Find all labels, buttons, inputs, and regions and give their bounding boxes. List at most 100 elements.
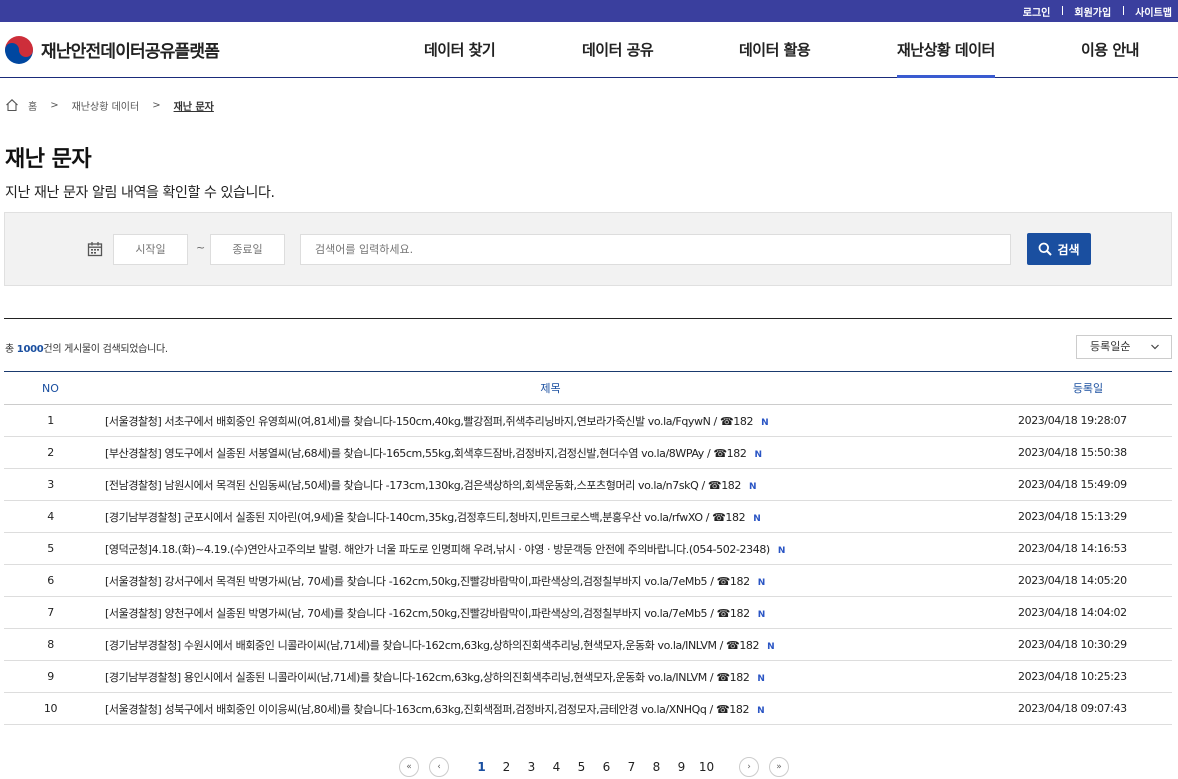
breadcrumb-level1[interactable]: 재난상황 데이터 [72, 98, 140, 113]
row-title[interactable]: [서울경찰청] 성북구에서 배회중인 이이응씨(남,80세)를 찾습니다-163… [97, 693, 1004, 725]
row-title[interactable]: [경기남부경찰청] 수원시에서 배회중인 니콜라이씨(남,71세)를 찾습니다-… [97, 629, 1004, 661]
last-page-icon[interactable]: » [769, 757, 789, 777]
page-8[interactable]: 8 [644, 760, 669, 774]
result-count-prefix: 총 [5, 344, 17, 355]
new-badge: N [757, 609, 766, 620]
table-row[interactable]: 10 [서울경찰청] 성북구에서 배회중인 이이응씨(남,80세)를 찾습니다-1… [4, 693, 1172, 725]
new-badge: N [767, 641, 775, 652]
table-row[interactable]: 7 [서울경찰청] 양천구에서 실종된 박명가씨(남, 70세)를 찾습니다 -1… [4, 597, 1172, 629]
page-7[interactable]: 7 [619, 760, 644, 774]
row-no: 2 [47, 446, 54, 459]
divider [4, 318, 1172, 319]
page-5[interactable]: 5 [569, 760, 594, 774]
table-row[interactable]: 5 [영덕군청]4.18.(화)~4.19.(수)연안사고주의보 발령. 해안가 … [4, 533, 1172, 565]
sitemap-link[interactable]: 사이트맵 [1123, 4, 1172, 19]
header-no: NO [42, 381, 59, 395]
row-title[interactable]: [경기남부경찰청] 군포시에서 실종된 지아린(여,9세)을 찾습니다-140c… [97, 501, 1004, 533]
row-date: 2023/04/18 09:07:43 [1018, 702, 1127, 715]
new-badge: N [749, 481, 757, 492]
page-1[interactable]: 1 [469, 760, 494, 774]
row-title-text[interactable]: [영덕군청]4.18.(화)~4.19.(수)연안사고주의보 발령. 해안가 너… [105, 543, 770, 556]
row-date: 2023/04/18 19:28:07 [1018, 414, 1127, 427]
page-3[interactable]: 3 [519, 760, 544, 774]
row-title-text[interactable]: [서울경찰청] 양천구에서 실종된 박명가씨(남, 70세)를 찾습니다 -16… [105, 607, 750, 620]
chevron-right-icon: > [152, 99, 161, 111]
table-row[interactable]: 4 [경기남부경찰청] 군포시에서 실종된 지아린(여,9세)을 찾습니다-140… [4, 501, 1172, 533]
table-row[interactable]: 1 [서울경찰청] 서초구에서 배회중인 유영희씨(여,81세)를 찾습니다-15… [4, 405, 1172, 437]
row-date: 2023/04/18 10:30:29 [1018, 638, 1127, 651]
signup-link[interactable]: 회원가입 [1062, 4, 1123, 19]
table-row[interactable]: 2 [부산경찰청] 영도구에서 실종된 서봉열씨(남,68세)를 찾습니다-165… [4, 437, 1172, 469]
row-title[interactable]: [영덕군청]4.18.(화)~4.19.(수)연안사고주의보 발령. 해안가 너… [97, 533, 1004, 565]
main-nav: 데이터 찾기 데이터 공유 데이터 활용 재난상황 데이터 이용 안내 [0, 22, 1178, 78]
chevron-right-icon: > [50, 99, 59, 111]
table-row[interactable]: 6 [서울경찰청] 강서구에서 목격된 박명가씨(남, 70세)를 찾습니다 -1… [4, 565, 1172, 597]
result-count-number: 1000 [16, 344, 44, 355]
new-badge: N [777, 545, 786, 556]
search-button-label: 검색 [1057, 242, 1080, 257]
page-title: 재난 문자 [5, 147, 92, 172]
row-title[interactable]: [전남경찰청] 남원시에서 목격된 신임동씨(남,50세)를 찾습니다 -173… [97, 469, 1004, 501]
new-badge: N [757, 705, 765, 716]
page-description: 지난 재난 문자 알림 내역을 확인할 수 있습니다. [5, 185, 275, 201]
page-9[interactable]: 9 [669, 760, 694, 774]
row-date: 2023/04/18 15:13:29 [1018, 510, 1127, 523]
row-no: 5 [47, 542, 54, 555]
row-title-text[interactable]: [서울경찰청] 성북구에서 배회중인 이이응씨(남,80세)를 찾습니다-163… [105, 703, 749, 716]
row-title-text[interactable]: [경기남부경찰청] 용인시에서 실종된 니콜라이씨(남,71세)를 찾습니다-1… [105, 671, 750, 684]
row-date: 2023/04/18 10:25:23 [1018, 670, 1127, 683]
page-4[interactable]: 4 [544, 760, 569, 774]
nav-disaster-data[interactable]: 재난상황 데이터 [897, 22, 995, 78]
row-title-text[interactable]: [서울경찰청] 강서구에서 목격된 박명가씨(남, 70세)를 찾습니다 -16… [105, 575, 750, 588]
header-title: 제목 [540, 382, 561, 395]
breadcrumb-current[interactable]: 재난 문자 [174, 98, 214, 113]
row-title-text[interactable]: [전남경찰청] 남원시에서 목격된 신임동씨(남,50세)를 찾습니다 -173… [105, 479, 741, 492]
nav-use-data[interactable]: 데이터 활용 [739, 22, 811, 78]
nav-share-data[interactable]: 데이터 공유 [582, 22, 654, 78]
row-no: 10 [43, 702, 58, 715]
row-title-text[interactable]: [경기남부경찰청] 군포시에서 실종된 지아린(여,9세)을 찾습니다-140c… [105, 511, 746, 524]
page-2[interactable]: 2 [494, 760, 519, 774]
date-range-separator: ~ [196, 241, 206, 254]
chevron-down-icon [1151, 344, 1159, 350]
row-title[interactable]: [경기남부경찰청] 용인시에서 실종된 니콜라이씨(남,71세)를 찾습니다-1… [97, 661, 1004, 693]
start-date-field[interactable] [113, 234, 188, 265]
login-link[interactable]: 로그인 [1011, 4, 1063, 19]
row-title[interactable]: [서울경찰청] 서초구에서 배회중인 유영희씨(여,81세)를 찾습니다-150… [97, 405, 1004, 437]
calendar-icon[interactable] [87, 241, 103, 257]
end-date-field[interactable] [210, 234, 285, 265]
new-badge: N [761, 417, 769, 428]
row-date: 2023/04/18 14:04:02 [1018, 606, 1127, 619]
row-title-text[interactable]: [부산경찰청] 영도구에서 실종된 서봉열씨(남,68세)를 찾습니다-165c… [105, 447, 747, 460]
row-date: 2023/04/18 15:49:09 [1018, 478, 1127, 491]
next-page-icon[interactable]: › [739, 757, 759, 777]
breadcrumb-home[interactable]: 홈 [28, 98, 37, 113]
home-icon[interactable] [5, 98, 19, 112]
row-date: 2023/04/18 14:16:53 [1018, 542, 1127, 555]
result-count: 총 1000건의 게시물이 검색되었습니다. [5, 340, 168, 355]
table-row[interactable]: 3 [전남경찰청] 남원시에서 목격된 신임동씨(남,50세)를 찾습니다 -17… [4, 469, 1172, 501]
new-badge: N [753, 513, 761, 524]
search-input[interactable] [300, 234, 1011, 265]
table-row[interactable]: 9 [경기남부경찰청] 용인시에서 실종된 니콜라이씨(남,71세)를 찾습니다-… [4, 661, 1172, 693]
pagination: « ‹ 1 2 3 4 5 6 7 8 9 10 › » [399, 757, 789, 777]
page-6[interactable]: 6 [594, 760, 619, 774]
row-title[interactable]: [부산경찰청] 영도구에서 실종된 서봉열씨(남,68세)를 찾습니다-165c… [97, 437, 1004, 469]
table-header-row: NO 제목 등록일 [4, 371, 1172, 405]
row-no: 4 [47, 510, 54, 523]
result-count-suffix: 건의 게시물이 검색되었습니다. [43, 344, 168, 355]
row-title-text[interactable]: [경기남부경찰청] 수원시에서 배회중인 니콜라이씨(남,71세)를 찾습니다-… [105, 639, 760, 652]
site-header: 재난안전데이터공유플랫폼 데이터 찾기 데이터 공유 데이터 활용 재난상황 데… [0, 22, 1178, 78]
nav-find-data[interactable]: 데이터 찾기 [424, 22, 496, 78]
page-10[interactable]: 10 [694, 760, 719, 774]
row-title[interactable]: [서울경찰청] 강서구에서 목격된 박명가씨(남, 70세)를 찾습니다 -16… [97, 565, 1004, 597]
first-page-icon[interactable]: « [399, 757, 419, 777]
nav-usage-guide[interactable]: 이용 안내 [1081, 22, 1139, 78]
sort-select[interactable]: 등록일순 [1076, 335, 1172, 359]
search-button[interactable]: 검색 [1027, 233, 1091, 265]
table-row[interactable]: 8 [경기남부경찰청] 수원시에서 배회중인 니콜라이씨(남,71세)를 찾습니다… [4, 629, 1172, 661]
row-title-text[interactable]: [서울경찰청] 서초구에서 배회중인 유영희씨(여,81세)를 찾습니다-150… [105, 415, 753, 428]
prev-page-icon[interactable]: ‹ [429, 757, 449, 777]
row-no: 3 [47, 478, 54, 491]
row-title[interactable]: [서울경찰청] 양천구에서 실종된 박명가씨(남, 70세)를 찾습니다 -16… [97, 597, 1004, 629]
